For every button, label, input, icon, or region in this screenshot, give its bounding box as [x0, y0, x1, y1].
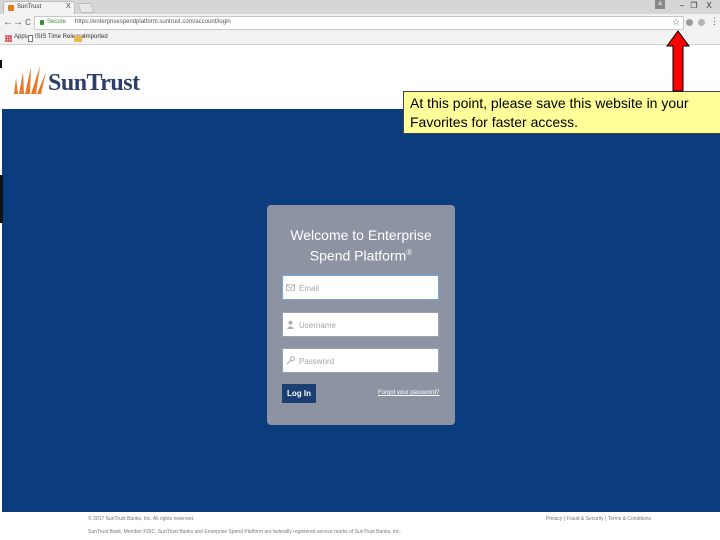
suntrust-sun-logo-icon: [14, 66, 46, 94]
email-field[interactable]: [282, 275, 439, 300]
tab-strip: [0, 0, 720, 14]
login-button[interactable]: Log In: [282, 384, 316, 403]
apps-grid-icon[interactable]: [5, 35, 12, 42]
extension-icon[interactable]: [686, 19, 693, 26]
restore-icon[interactable]: ❐: [688, 1, 700, 10]
reload-icon[interactable]: C: [23, 17, 33, 29]
welcome-line-2-text: Spend Platform: [309, 247, 407, 264]
lock-icon: [40, 20, 44, 25]
folder-icon: [74, 36, 82, 42]
extension-icon-2[interactable]: [698, 19, 705, 26]
tab-close-icon[interactable]: X: [66, 3, 71, 10]
edge-mark: [0, 60, 2, 68]
forward-icon[interactable]: →: [13, 17, 23, 29]
footer-links[interactable]: Privacy | Fraud & Security | Terms & Con…: [546, 516, 651, 522]
user-icon: [286, 320, 295, 329]
secure-label: Secure: [47, 19, 67, 25]
address-bar[interactable]: Secure https://enterprisespendplatform.s…: [34, 16, 684, 30]
tab-title: SunTrust: [17, 4, 42, 10]
bookmark-star-icon[interactable]: ☆: [672, 17, 680, 28]
red-arrow-icon: [666, 30, 690, 92]
user-profile-badge[interactable]: a: [655, 0, 665, 9]
browser-tab[interactable]: SunTrust X: [3, 1, 75, 14]
password-field[interactable]: [282, 348, 439, 373]
welcome-line-2: Spend Platform®: [267, 244, 455, 265]
bookmark-apps[interactable]: Apps: [14, 34, 28, 40]
envelope-icon: [286, 284, 295, 291]
forgot-password-link[interactable]: Forgot your password?: [378, 390, 439, 396]
back-icon[interactable]: ←: [3, 17, 13, 29]
browser-menu-icon[interactable]: ⋮: [710, 16, 719, 27]
minimize-icon[interactable]: –: [676, 1, 688, 10]
footer-legal: SunTrust Bank, Member FDIC. SunTrust Ban…: [88, 529, 401, 535]
brand-logo[interactable]: SunTrust: [48, 70, 140, 97]
footer-copyright: © 2017 SunTrust Banks, Inc. All rights r…: [88, 516, 195, 522]
email-input[interactable]: [297, 279, 439, 298]
url-text[interactable]: https://enterprisespendplatform.suntrust…: [75, 19, 231, 25]
suntrust-favicon: [8, 5, 14, 11]
window-close-icon[interactable]: X: [703, 1, 715, 10]
registered-mark: ®: [406, 248, 413, 257]
welcome-title: Welcome to Enterprise Spend Platform®: [267, 226, 455, 265]
bookmark-imported[interactable]: Imported: [84, 34, 108, 40]
username-field[interactable]: [282, 312, 439, 337]
page-icon: [28, 35, 33, 42]
bookmarks-bar: [0, 32, 720, 45]
instruction-callout: At this point, please save this website …: [403, 91, 720, 134]
username-input[interactable]: [297, 316, 439, 335]
key-icon: [286, 356, 295, 365]
edge-bar: [0, 175, 3, 223]
welcome-line-1: Welcome to Enterprise: [290, 227, 432, 243]
password-input[interactable]: [297, 352, 439, 371]
